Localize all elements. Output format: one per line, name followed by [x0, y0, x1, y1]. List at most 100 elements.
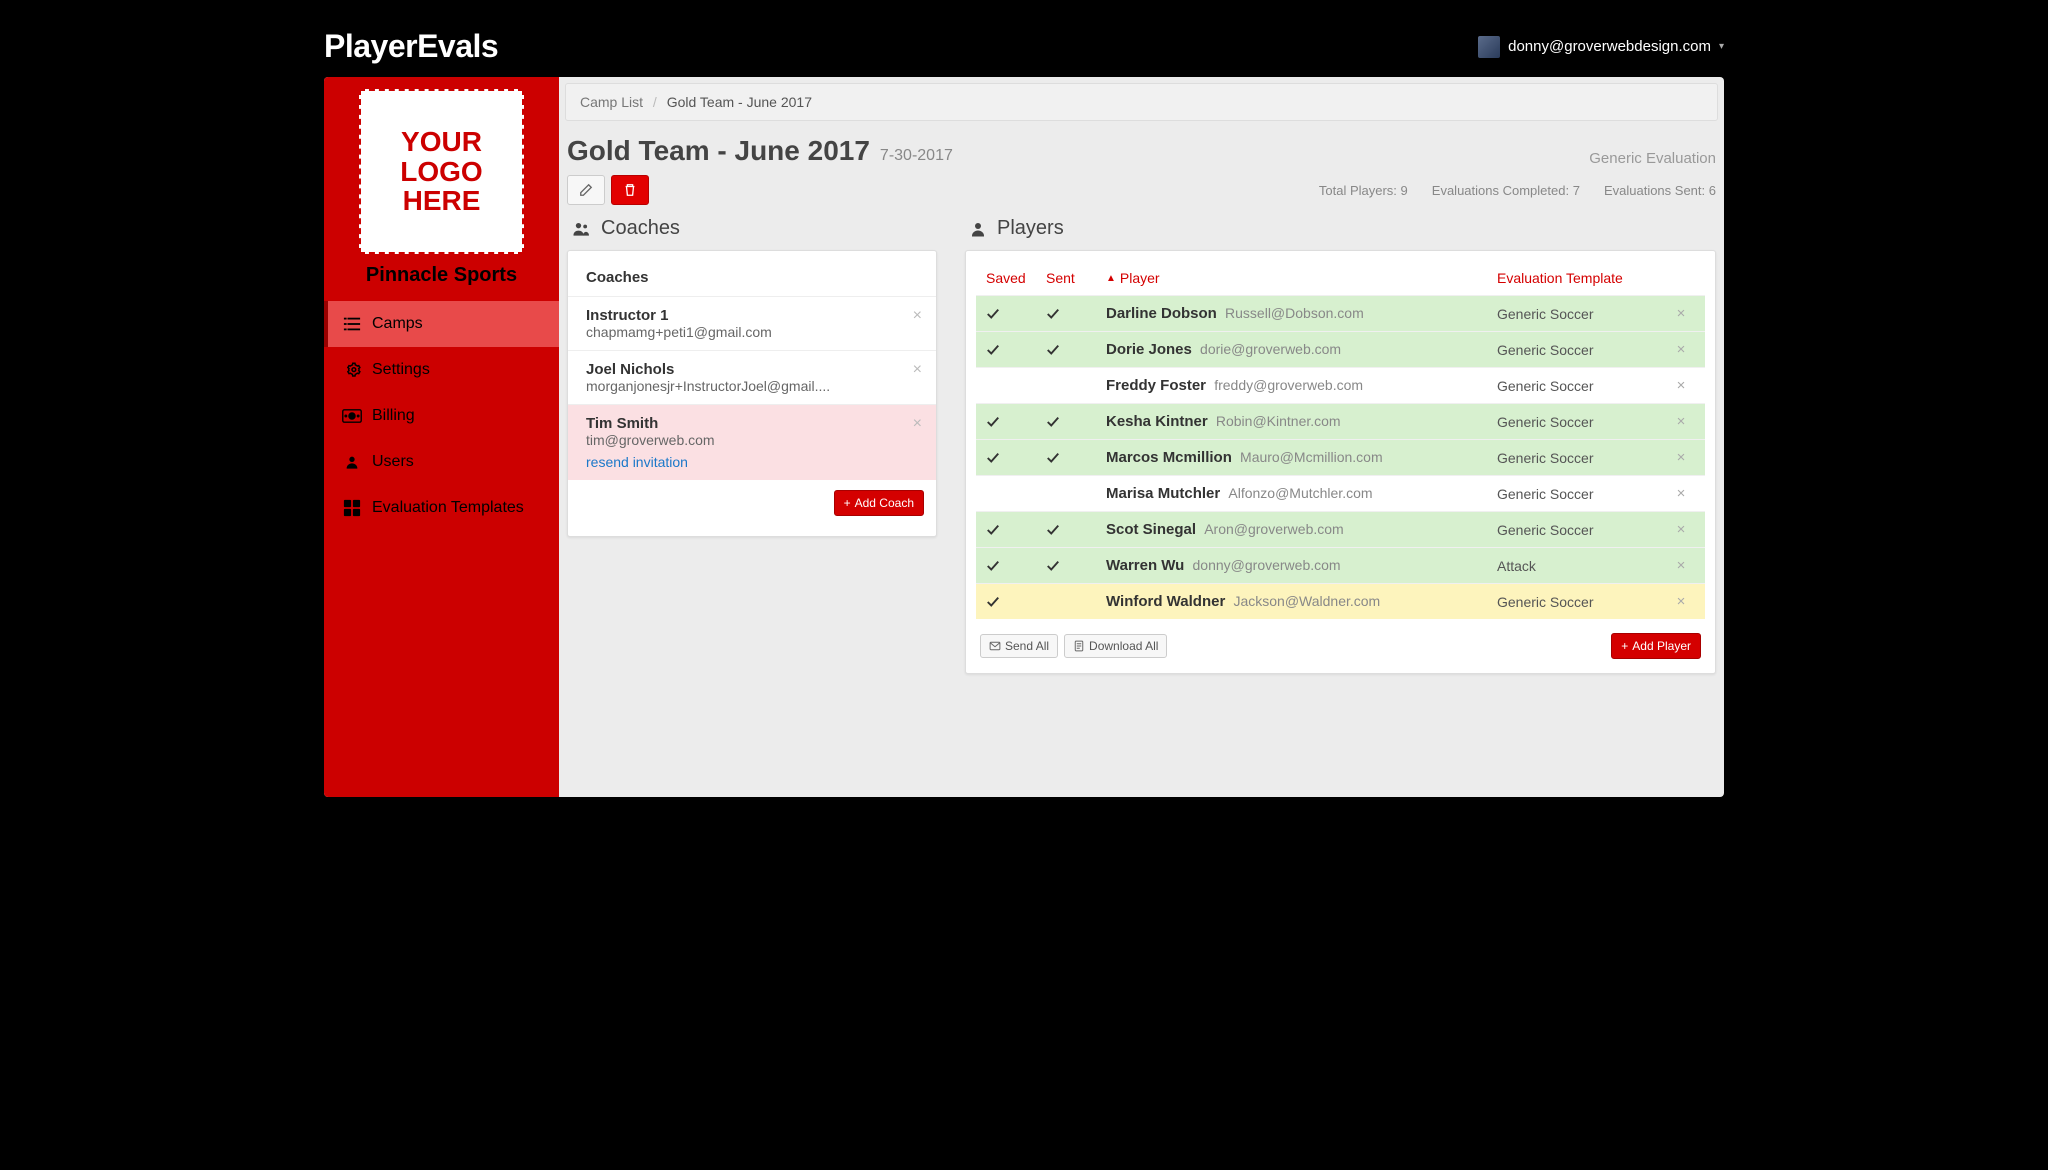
- user-email: donny@groverwebdesign.com: [1508, 38, 1711, 55]
- remove-coach-icon[interactable]: ×: [913, 307, 922, 325]
- logo-placeholder[interactable]: YOUR LOGO HERE: [359, 89, 524, 254]
- col-saved[interactable]: Saved: [986, 270, 1046, 286]
- send-all-button[interactable]: Send All: [980, 634, 1058, 658]
- player-email: Jackson@Waldner.com: [1233, 593, 1380, 609]
- coach-item[interactable]: Tim Smithtim@groverweb.com×resend invita…: [568, 404, 936, 480]
- evaluation-label: Generic Evaluation: [1589, 150, 1716, 167]
- coaches-panel: Coaches Instructor 1chapmamg+peti1@gmail…: [567, 250, 937, 537]
- player-row[interactable]: Freddy Foster freddy@groverweb.comGeneri…: [976, 367, 1705, 403]
- sidebar-item-label: Users: [372, 453, 414, 471]
- user-menu[interactable]: donny@groverwebdesign.com ▾: [1478, 36, 1724, 58]
- breadcrumb-current: Gold Team - June 2017: [667, 94, 812, 110]
- sidebar-item-billing[interactable]: Billing: [324, 393, 559, 439]
- sent-check-icon: [1046, 523, 1106, 537]
- player-template: Generic Soccer: [1497, 378, 1667, 394]
- remove-player-icon[interactable]: ×: [1667, 305, 1695, 322]
- col-template[interactable]: Evaluation Template: [1497, 270, 1667, 286]
- breadcrumb-root[interactable]: Camp List: [580, 94, 643, 110]
- remove-player-icon[interactable]: ×: [1667, 557, 1695, 574]
- add-coach-button[interactable]: + Add Coach: [834, 490, 924, 516]
- player-email: Alfonzo@Mutchler.com: [1228, 485, 1372, 501]
- player-name: Dorie Jones: [1106, 341, 1192, 358]
- remove-player-icon[interactable]: ×: [1667, 377, 1695, 394]
- sidebar-item-camps[interactable]: Camps: [324, 301, 559, 347]
- remove-player-icon[interactable]: ×: [1667, 593, 1695, 610]
- player-email: donny@groverweb.com: [1193, 557, 1341, 573]
- topbar: PlayerEvals donny@groverwebdesign.com ▾: [324, 20, 1724, 77]
- stat-value: 7: [1573, 183, 1580, 198]
- remove-player-icon[interactable]: ×: [1667, 413, 1695, 430]
- edit-button[interactable]: [567, 175, 605, 205]
- remove-player-icon[interactable]: ×: [1667, 521, 1695, 538]
- sent-check-icon: [1046, 307, 1106, 321]
- plus-icon: +: [1621, 639, 1628, 653]
- coaches-heading: Coaches: [601, 217, 680, 240]
- logo-placeholder-text: YOUR LOGO HERE: [361, 127, 522, 215]
- player-template: Generic Soccer: [1497, 342, 1667, 358]
- coach-item[interactable]: Instructor 1chapmamg+peti1@gmail.com×: [568, 296, 936, 350]
- player-row[interactable]: Kesha Kintner Robin@Kintner.comGeneric S…: [976, 403, 1705, 439]
- player-row[interactable]: Darline Dobson Russell@Dobson.comGeneric…: [976, 295, 1705, 331]
- list-icon: [342, 315, 362, 333]
- col-player[interactable]: ▲ Player: [1106, 270, 1497, 286]
- delete-button[interactable]: [611, 175, 649, 205]
- resend-invitation-link[interactable]: resend invitation: [586, 454, 688, 470]
- add-player-label: Add Player: [1632, 639, 1691, 653]
- add-player-button[interactable]: + Add Player: [1611, 633, 1701, 659]
- sort-asc-icon: ▲: [1106, 273, 1116, 284]
- saved-check-icon: [986, 343, 1046, 357]
- players-heading: Players: [997, 217, 1064, 240]
- plus-icon: +: [844, 496, 851, 510]
- remove-player-icon[interactable]: ×: [1667, 449, 1695, 466]
- col-player-label: Player: [1120, 270, 1160, 286]
- player-template: Generic Soccer: [1497, 486, 1667, 502]
- sidebar-item-label: Evaluation Templates: [372, 499, 524, 517]
- sidebar: YOUR LOGO HERE Pinnacle Sports Camps Sett…: [324, 77, 559, 797]
- sidebar-item-evaluation-templates[interactable]: Evaluation Templates: [324, 485, 559, 531]
- player-email: Aron@groverweb.com: [1204, 521, 1344, 537]
- player-email: freddy@groverweb.com: [1214, 377, 1363, 393]
- sidebar-item-label: Settings: [372, 361, 430, 379]
- player-row[interactable]: Warren Wu donny@groverweb.comAttack×: [976, 547, 1705, 583]
- remove-player-icon[interactable]: ×: [1667, 485, 1695, 502]
- stats: Total Players: 9 Evaluations Completed: …: [1319, 183, 1716, 198]
- col-sent[interactable]: Sent: [1046, 270, 1106, 286]
- coach-email: tim@groverweb.com: [586, 432, 918, 448]
- saved-check-icon: [986, 451, 1046, 465]
- coach-name: Instructor 1: [586, 307, 918, 324]
- stat-value: 6: [1709, 183, 1716, 198]
- remove-coach-icon[interactable]: ×: [913, 415, 922, 433]
- coaches-icon: [571, 219, 591, 239]
- sidebar-item-label: Camps: [372, 315, 423, 333]
- sidebar-item-users[interactable]: Users: [324, 439, 559, 485]
- trash-icon: [623, 183, 637, 197]
- stat-label: Total Players:: [1319, 183, 1397, 198]
- org-name: Pinnacle Sports: [324, 264, 559, 287]
- player-row[interactable]: Marisa Mutchler Alfonzo@Mutchler.comGene…: [976, 475, 1705, 511]
- download-all-button[interactable]: Download All: [1064, 634, 1167, 658]
- add-coach-label: Add Coach: [855, 496, 914, 510]
- player-name: Scot Sinegal: [1106, 521, 1196, 538]
- saved-check-icon: [986, 595, 1046, 609]
- coach-email: chapmamg+peti1@gmail.com: [586, 324, 918, 340]
- stat-value: 9: [1401, 183, 1408, 198]
- player-name: Warren Wu: [1106, 557, 1184, 574]
- main: Camp List / Gold Team - June 2017 Gold T…: [559, 77, 1724, 797]
- player-template: Generic Soccer: [1497, 450, 1667, 466]
- send-all-label: Send All: [1005, 639, 1049, 653]
- player-row[interactable]: Winford Waldner Jackson@Waldner.comGener…: [976, 583, 1705, 619]
- remove-player-icon[interactable]: ×: [1667, 341, 1695, 358]
- player-name: Marcos Mcmillion: [1106, 449, 1232, 466]
- coach-item[interactable]: Joel Nicholsmorganjonesjr+InstructorJoel…: [568, 350, 936, 404]
- player-row[interactable]: Marcos Mcmillion Mauro@Mcmillion.comGene…: [976, 439, 1705, 475]
- player-template: Generic Soccer: [1497, 414, 1667, 430]
- avatar: [1478, 36, 1500, 58]
- player-template: Generic Soccer: [1497, 522, 1667, 538]
- player-row[interactable]: Scot Sinegal Aron@groverweb.com Generic S…: [976, 511, 1705, 547]
- sidebar-item-settings[interactable]: Settings: [324, 347, 559, 393]
- players-icon: [969, 220, 987, 238]
- player-row[interactable]: Dorie Jones dorie@groverweb.comGeneric S…: [976, 331, 1705, 367]
- player-template: Generic Soccer: [1497, 306, 1667, 322]
- saved-check-icon: [986, 307, 1046, 321]
- remove-coach-icon[interactable]: ×: [913, 361, 922, 379]
